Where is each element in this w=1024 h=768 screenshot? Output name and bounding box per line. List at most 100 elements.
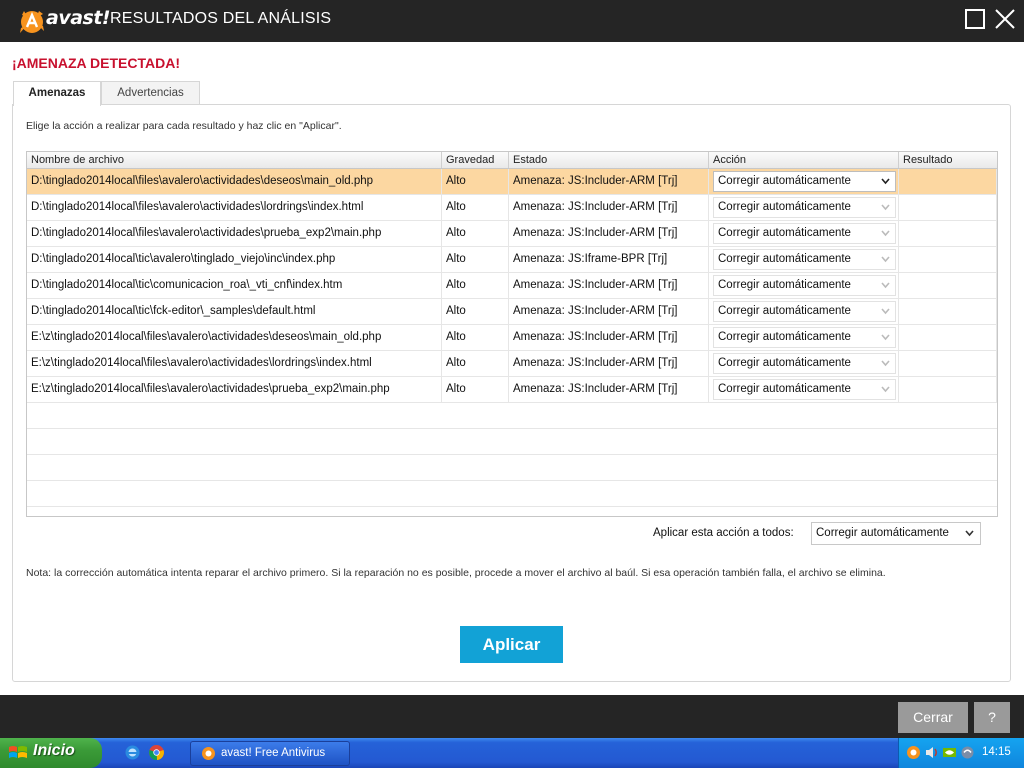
apply-all-select[interactable]: Corregir automáticamente <box>811 522 981 545</box>
chevron-down-icon <box>881 308 890 315</box>
cell-file: E:\z\tinglado2014local\files\avalero\act… <box>27 351 442 376</box>
table-row <box>27 455 997 481</box>
cell-status: Amenaza: JS:Iframe-BPR [Trj] <box>509 247 709 272</box>
action-select-value: Corregir automáticamente <box>718 305 851 317</box>
action-select-value: Corregir automáticamente <box>718 227 851 239</box>
action-select[interactable]: Corregir automáticamente <box>713 223 896 244</box>
action-select-value: Corregir automáticamente <box>718 357 851 369</box>
table-header: Nombre de archivo Gravedad Estado Acción… <box>27 152 997 169</box>
help-button[interactable]: ? <box>974 702 1010 733</box>
cell-file: E:\z\tinglado2014local\files\avalero\act… <box>27 325 442 350</box>
brand-name: avast! <box>46 7 111 29</box>
action-select[interactable]: Corregir automáticamente <box>713 197 896 218</box>
apply-all-label: Aplicar esta acción a todos: <box>653 527 794 539</box>
cell-status: Amenaza: JS:Includer-ARM [Trj] <box>509 299 709 324</box>
apply-button[interactable]: Aplicar <box>460 626 563 663</box>
chevron-down-icon <box>965 530 974 537</box>
internet-explorer-icon[interactable] <box>124 744 141 761</box>
cell-severity: Alto <box>442 351 509 376</box>
windows-flag-icon <box>9 746 27 758</box>
action-select[interactable]: Corregir automáticamente <box>713 353 896 374</box>
table-row[interactable]: D:\tinglado2014local\tic\fck-editor\_sam… <box>27 299 997 325</box>
tab-warnings[interactable]: Advertencias <box>101 81 200 104</box>
cell-status: Amenaza: JS:Includer-ARM [Trj] <box>509 221 709 246</box>
action-select-value: Corregir automáticamente <box>718 253 851 265</box>
avast-taskbar-icon <box>202 747 215 760</box>
cell-file: D:\tinglado2014local\tic\fck-editor\_sam… <box>27 299 442 324</box>
nvidia-icon[interactable] <box>942 745 957 760</box>
table-row <box>27 403 997 429</box>
chevron-down-icon <box>881 334 890 341</box>
tab-threats[interactable]: Amenazas <box>13 81 101 106</box>
cell-severity: Alto <box>442 273 509 298</box>
column-header-action[interactable]: Acción <box>709 152 899 168</box>
action-select[interactable]: Corregir automáticamente <box>713 327 896 348</box>
column-header-status[interactable]: Estado <box>509 152 709 168</box>
cell-result <box>899 221 997 246</box>
table-row[interactable]: D:\tinglado2014local\files\avalero\activ… <box>27 169 997 195</box>
network-icon[interactable] <box>960 745 975 760</box>
cell-result <box>899 247 997 272</box>
cell-result <box>899 325 997 350</box>
instruction-text: Elige la acción a realizar para cada res… <box>26 120 342 132</box>
cell-file: E:\z\tinglado2014local\files\avalero\act… <box>27 377 442 402</box>
action-select[interactable]: Corregir automáticamente <box>713 379 896 400</box>
cell-result <box>899 351 997 376</box>
action-select[interactable]: Corregir automáticamente <box>713 275 896 296</box>
table-row[interactable]: E:\z\tinglado2014local\files\avalero\act… <box>27 325 997 351</box>
chevron-down-icon <box>881 360 890 367</box>
chevron-down-icon <box>881 386 890 393</box>
cell-result <box>899 377 997 402</box>
table-row[interactable]: D:\tinglado2014local\tic\comunicacion_ro… <box>27 273 997 299</box>
cell-file: D:\tinglado2014local\tic\comunicacion_ro… <box>27 273 442 298</box>
column-header-file[interactable]: Nombre de archivo <box>27 152 442 168</box>
action-select-value: Corregir automáticamente <box>718 175 851 187</box>
volume-icon[interactable] <box>924 745 939 760</box>
table-row[interactable]: E:\z\tinglado2014local\files\avalero\act… <box>27 351 997 377</box>
cell-status: Amenaza: JS:Includer-ARM [Trj] <box>509 325 709 350</box>
table-row[interactable]: D:\tinglado2014local\tic\avalero\tinglad… <box>27 247 997 273</box>
action-select[interactable]: Corregir automáticamente <box>713 301 896 322</box>
cell-result <box>899 195 997 220</box>
table-row <box>27 481 997 507</box>
window-title: RESULTADOS DEL ANÁLISIS <box>110 10 332 27</box>
cell-severity: Alto <box>442 195 509 220</box>
table-row[interactable]: E:\z\tinglado2014local\files\avalero\act… <box>27 377 997 403</box>
avast-tray-icon[interactable] <box>906 745 921 760</box>
results-table: Nombre de archivo Gravedad Estado Acción… <box>26 151 998 517</box>
apply-all-value: Corregir automáticamente <box>816 527 949 539</box>
cell-severity: Alto <box>442 169 509 194</box>
cell-status: Amenaza: JS:Includer-ARM [Trj] <box>509 351 709 376</box>
close-icon[interactable] <box>993 7 1017 31</box>
chevron-down-icon <box>881 282 890 289</box>
cell-result <box>899 273 997 298</box>
chevron-down-icon <box>881 204 890 211</box>
action-select-value: Corregir automáticamente <box>718 383 851 395</box>
table-row[interactable]: D:\tinglado2014local\files\avalero\activ… <box>27 221 997 247</box>
action-select-value: Corregir automáticamente <box>718 331 851 343</box>
clock: 14:15 <box>982 746 1011 758</box>
chevron-down-icon <box>881 230 890 237</box>
cell-file: D:\tinglado2014local\files\avalero\activ… <box>27 169 442 194</box>
maximize-icon[interactable] <box>963 7 987 31</box>
start-label: Inicio <box>33 742 75 759</box>
column-header-severity[interactable]: Gravedad <box>442 152 509 168</box>
table-row[interactable]: D:\tinglado2014local\files\avalero\activ… <box>27 195 997 221</box>
title-bar: avast! RESULTADOS DEL ANÁLISIS <box>0 0 1024 42</box>
cell-status: Amenaza: JS:Includer-ARM [Trj] <box>509 377 709 402</box>
cell-file: D:\tinglado2014local\files\avalero\activ… <box>27 221 442 246</box>
action-select[interactable]: Corregir automáticamente <box>713 171 896 192</box>
cell-severity: Alto <box>442 377 509 402</box>
action-select[interactable]: Corregir automáticamente <box>713 249 896 270</box>
cell-status: Amenaza: JS:Includer-ARM [Trj] <box>509 195 709 220</box>
cell-severity: Alto <box>442 299 509 324</box>
chevron-down-icon <box>881 256 890 263</box>
chrome-icon[interactable] <box>148 744 165 761</box>
avast-logo-icon <box>20 11 44 33</box>
bottom-bar <box>0 695 1024 738</box>
column-header-result[interactable]: Resultado <box>899 152 997 168</box>
close-button[interactable]: Cerrar <box>898 702 968 733</box>
auto-fix-note: Nota: la corrección automática intenta r… <box>26 567 886 579</box>
cell-status: Amenaza: JS:Includer-ARM [Trj] <box>509 169 709 194</box>
cell-file: D:\tinglado2014local\tic\avalero\tinglad… <box>27 247 442 272</box>
